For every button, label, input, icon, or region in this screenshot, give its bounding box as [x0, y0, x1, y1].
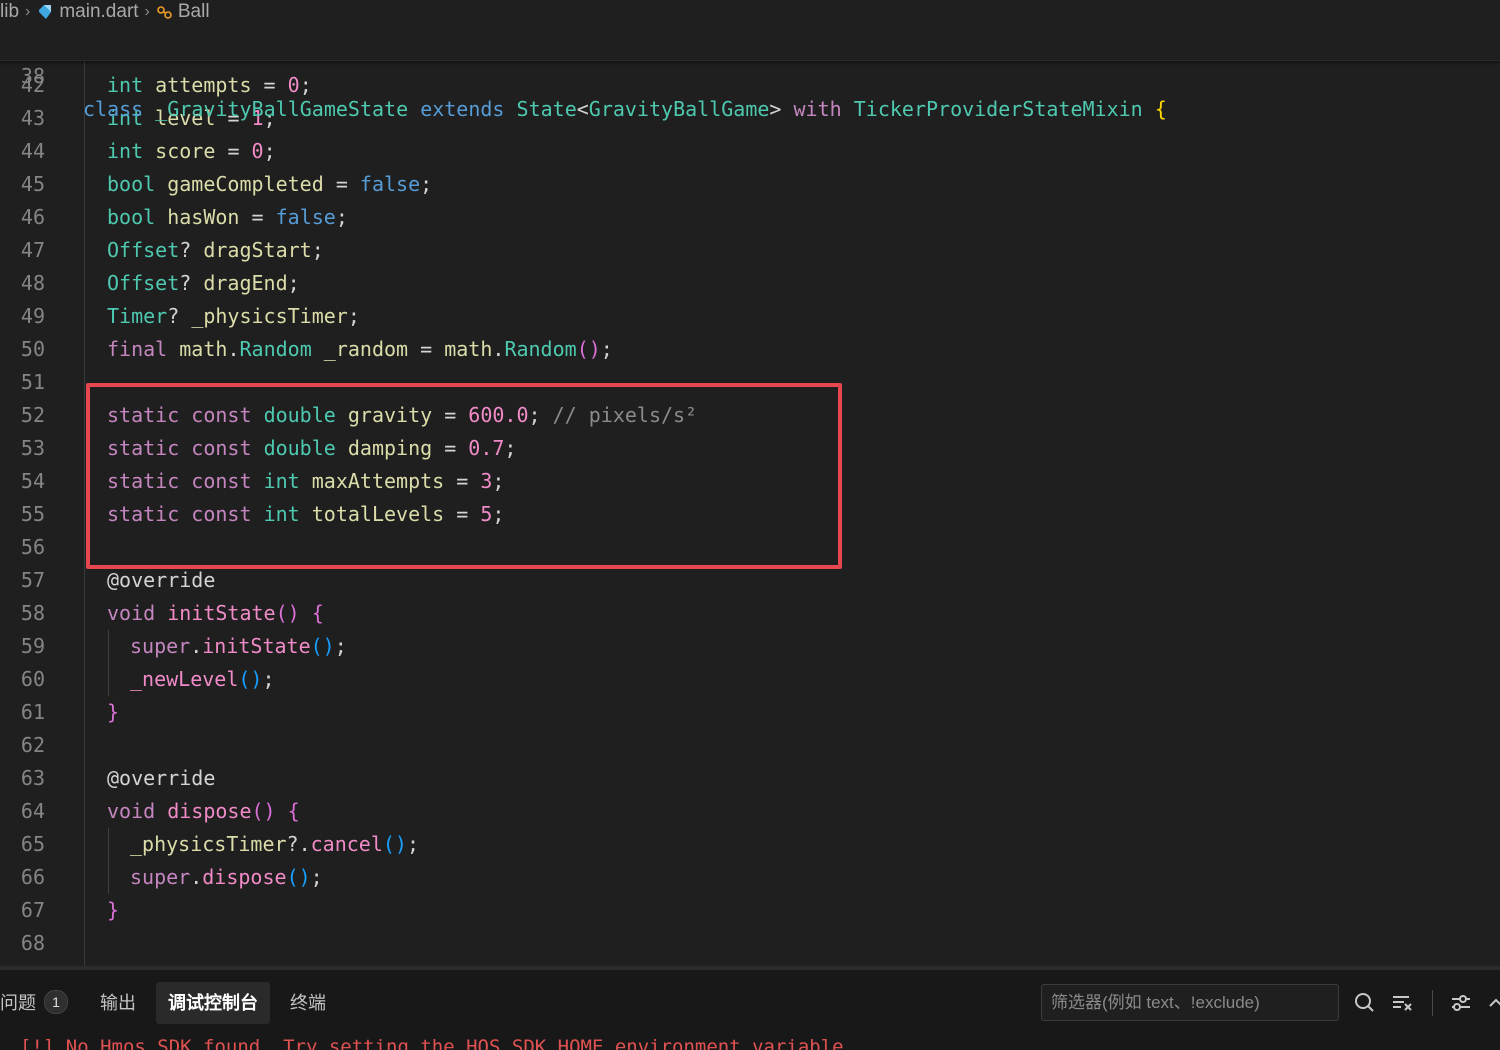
dart-icon [39, 5, 52, 19]
line-number: 65 [20, 832, 45, 856]
tab-problems[interactable]: 问题 1 [0, 982, 80, 1024]
code-line: _physicsTimer?.cancel(); [130, 832, 420, 856]
line-number: 57 [20, 568, 45, 592]
sticky-code-line: class _GravityBallGameState extends Stat… [83, 97, 1167, 121]
line-number: 55 [20, 502, 45, 526]
code-line: void dispose() { [107, 799, 300, 823]
panel-tabs: 问题 1 输出 调试控制台 终端 [0, 982, 338, 1024]
line-number: 50 [20, 337, 45, 361]
breadcrumb-ball[interactable]: Ball [178, 1, 210, 23]
line-number: 46 [20, 205, 45, 229]
problems-count-badge: 1 [44, 990, 68, 1015]
line-number: 60 [20, 667, 45, 691]
code-line: Offset? dragStart; [107, 238, 324, 262]
line-number: 53 [20, 436, 45, 460]
code-line: Offset? dragEnd; [107, 271, 300, 295]
toolbar-separator [1432, 990, 1433, 1016]
line-number: 45 [20, 172, 45, 196]
chevron-right-icon: › [25, 3, 31, 20]
code-line: bool gameCompleted = false; [107, 172, 433, 196]
code-line: super.dispose(); [130, 865, 323, 889]
code-line: void initState() { [107, 601, 324, 625]
clear-output-icon[interactable] [1389, 990, 1415, 1016]
tab-terminal[interactable]: 终端 [278, 982, 338, 1024]
line-number: 59 [20, 634, 45, 658]
tab-label: 终端 [290, 993, 326, 1013]
line-number: 64 [20, 799, 45, 823]
line-number: 66 [20, 865, 45, 889]
tab-label: 问题 [0, 993, 36, 1013]
code-line: } [107, 898, 120, 922]
console-error-message: [!] No Hmos SDK found. Try setting the H… [20, 1036, 856, 1050]
search-icon[interactable] [1352, 990, 1378, 1016]
code-line: super.initState(); [130, 634, 347, 658]
tab-label: 调试控制台 [168, 993, 258, 1013]
line-number: 48 [20, 271, 45, 295]
chevron-right-icon: › [144, 3, 150, 20]
highlight-box [86, 383, 842, 569]
code-line: _newLevel(); [130, 667, 275, 691]
line-number: 47 [20, 238, 45, 262]
code-line: @override [107, 766, 216, 790]
breadcrumb-main-dart[interactable]: main.dart [59, 1, 138, 23]
line-number: 63 [20, 766, 45, 790]
code-line: final math.Random _random = math.Random(… [107, 337, 613, 361]
tab-label: 输出 [100, 993, 136, 1013]
line-number: 38 [20, 64, 45, 88]
line-number: 67 [20, 898, 45, 922]
line-number: 52 [20, 403, 45, 427]
bottom-panel: 问题 1 输出 调试控制台 终端 [!] No Hmos SDK found. T… [0, 970, 1500, 1050]
tab-output[interactable]: 输出 [88, 982, 148, 1024]
chevron-up-icon[interactable] [1484, 990, 1500, 1016]
line-number: 62 [20, 733, 45, 757]
filter-input[interactable] [1041, 984, 1339, 1021]
code-line: bool hasWon = false; [107, 205, 348, 229]
code-line: Timer? _physicsTimer; [107, 304, 360, 328]
line-number: 58 [20, 601, 45, 625]
code-line: } [107, 700, 120, 724]
line-number: 61 [20, 700, 45, 724]
class-icon [157, 5, 172, 19]
line-number: 49 [20, 304, 45, 328]
line-number: 56 [20, 535, 45, 559]
line-number: 68 [20, 931, 45, 955]
tab-debug-console[interactable]: 调试控制台 [156, 982, 270, 1024]
filter-settings-icon[interactable] [1448, 990, 1474, 1016]
line-number: 54 [20, 469, 45, 493]
line-number: 51 [20, 370, 45, 394]
sticky-scroll-header[interactable]: 38 class _GravityBallGameState extends S… [0, 27, 1500, 121]
code-line: int score = 0; [107, 139, 276, 163]
breadcrumb: lib › main.dart › Ball [0, 0, 1500, 24]
breadcrumb-lib[interactable]: lib [0, 1, 19, 23]
